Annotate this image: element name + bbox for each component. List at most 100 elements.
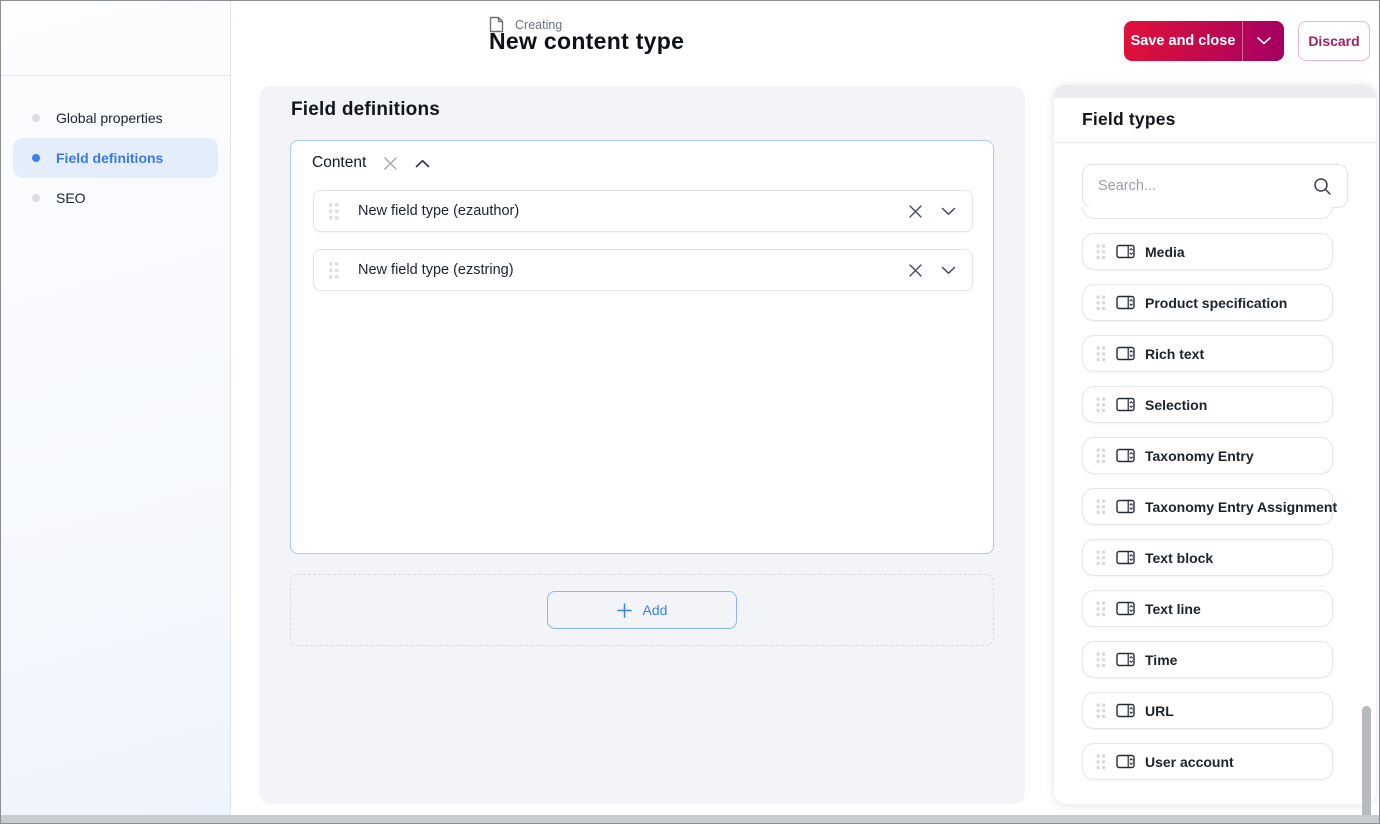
field-type-label: Taxonomy Entry [1145,447,1254,464]
sidebar-nav-item[interactable]: Field definitions [13,138,218,178]
field-type-label: Media [1145,243,1185,260]
field-type-item[interactable]: Media [1082,233,1333,270]
field-definition-label: New field type (ezauthor) [358,203,520,219]
anchor-navigation: Global properties Field definitions SEO [1,98,230,218]
drag-handle-icon[interactable] [328,261,340,280]
drag-handle-icon[interactable] [1096,550,1106,566]
sidebar-nav-item[interactable]: Global properties [13,98,218,138]
field-types-list: Media Product specification Rich text Se… [1082,207,1337,794]
group-header: Content [291,141,993,172]
field-type-item[interactable]: Taxonomy Entry [1082,437,1333,474]
drag-handle-icon[interactable] [1096,601,1106,617]
nav-bullet-icon [32,154,40,162]
field-type-item[interactable]: Product specification [1082,284,1333,321]
left-sidebar: Global properties Field definitions SEO [1,1,231,815]
discard-button[interactable]: Discard [1298,21,1370,61]
field-type-label: Selection [1145,396,1208,413]
field-type-icon [1116,754,1135,769]
field-type-icon [1116,550,1135,565]
save-and-close-button[interactable]: Save and close [1124,21,1284,61]
drag-handle-icon[interactable] [1096,754,1106,770]
field-type-label: Time [1145,651,1178,668]
drag-handle-icon[interactable] [1096,652,1106,668]
field-type-icon [1116,244,1135,259]
field-type-label: Text line [1145,600,1201,617]
save-and-close-label: Save and close [1130,33,1236,49]
nav-bullet-icon [32,114,40,122]
field-types-title: Field types [1054,98,1376,143]
nav-item-label: Global properties [56,110,163,126]
field-expand-button[interactable] [941,207,956,216]
nav-item-label: Field definitions [56,150,164,166]
drag-handle-icon[interactable] [1096,703,1106,719]
drag-handle-icon[interactable] [1096,244,1106,260]
field-type-icon [1116,295,1135,310]
add-button-label: Add [642,602,668,618]
drag-handle-icon[interactable] [328,202,340,221]
field-type-item[interactable]: User account [1082,743,1333,780]
chevron-up-icon [415,159,430,167]
field-definition-rows: New field type (ezauthor) New field type… [313,190,973,308]
field-definition-label: New field type (ezstring) [358,262,514,278]
sidebar-divider [1,75,230,76]
app-window: Creating New content type Save and close… [0,0,1380,824]
field-type-icon [1116,703,1135,718]
field-type-item[interactable]: Rich text [1082,335,1333,372]
group-collapse-button[interactable] [415,159,430,168]
group-remove-button[interactable] [383,156,398,171]
partial-list-item[interactable] [1082,207,1333,219]
sidebar-nav-item[interactable]: SEO [13,178,218,218]
content-field-group: Content New field type (ezauthor) New fi… [290,140,994,554]
save-options-caret[interactable] [1242,21,1284,61]
drag-handle-icon[interactable] [1096,295,1106,311]
panel-scrollbar-thumb[interactable] [1362,706,1371,823]
field-type-item[interactable]: Text line [1082,590,1333,627]
field-type-item[interactable]: Time [1082,641,1333,678]
add-field-button[interactable]: Add [547,591,737,629]
drag-handle-icon[interactable] [1096,346,1106,362]
search-box [1082,164,1348,208]
search-icon [1314,177,1331,195]
field-type-icon [1116,499,1135,514]
field-definition-row[interactable]: New field type (ezauthor) [313,190,973,232]
field-type-label: Product specification [1145,294,1288,311]
chevron-down-icon [941,207,956,215]
field-type-icon [1116,652,1135,667]
field-remove-button[interactable] [908,204,923,219]
field-type-icon [1116,601,1135,616]
bottom-scroll-strip [1,815,1379,823]
field-type-label: Taxonomy Entry Assignment [1145,498,1338,515]
plus-icon [616,602,632,618]
chevron-down-icon [941,266,956,274]
section-title: Field definitions [291,99,441,120]
field-type-item[interactable]: Selection [1082,386,1333,423]
field-type-icon [1116,346,1135,361]
group-title: Content [312,154,367,171]
field-remove-button[interactable] [908,263,923,278]
field-type-icon [1116,397,1135,412]
drag-handle-icon[interactable] [1096,448,1106,464]
field-definitions-section: Field definitions Content New field type… [259,86,1025,804]
field-type-item[interactable]: Taxonomy Entry Assignment [1082,488,1337,525]
field-type-item[interactable]: Text block [1082,539,1333,576]
close-icon [909,204,922,218]
drag-handle-icon[interactable] [1096,397,1106,413]
field-type-label: URL [1145,702,1174,719]
field-type-label: Text block [1145,549,1214,566]
field-type-icon [1116,448,1135,463]
add-drop-zone: Add [290,574,994,646]
panel-scrollbar-track[interactable] [1362,182,1374,823]
field-expand-button[interactable] [941,266,956,275]
page-header: Creating New content type Save and close… [231,1,1379,85]
page-title: New content type [489,28,685,54]
drag-handle-icon[interactable] [1096,499,1106,515]
search-input[interactable] [1098,178,1313,194]
nav-item-label: SEO [56,190,86,206]
panel-top-strip [1054,85,1376,98]
chevron-down-icon [1256,37,1271,45]
nav-bullet-icon [32,194,40,202]
close-icon [384,156,398,170]
field-type-label: Rich text [1145,345,1205,362]
field-definition-row[interactable]: New field type (ezstring) [313,249,973,291]
field-type-item[interactable]: URL [1082,692,1333,729]
